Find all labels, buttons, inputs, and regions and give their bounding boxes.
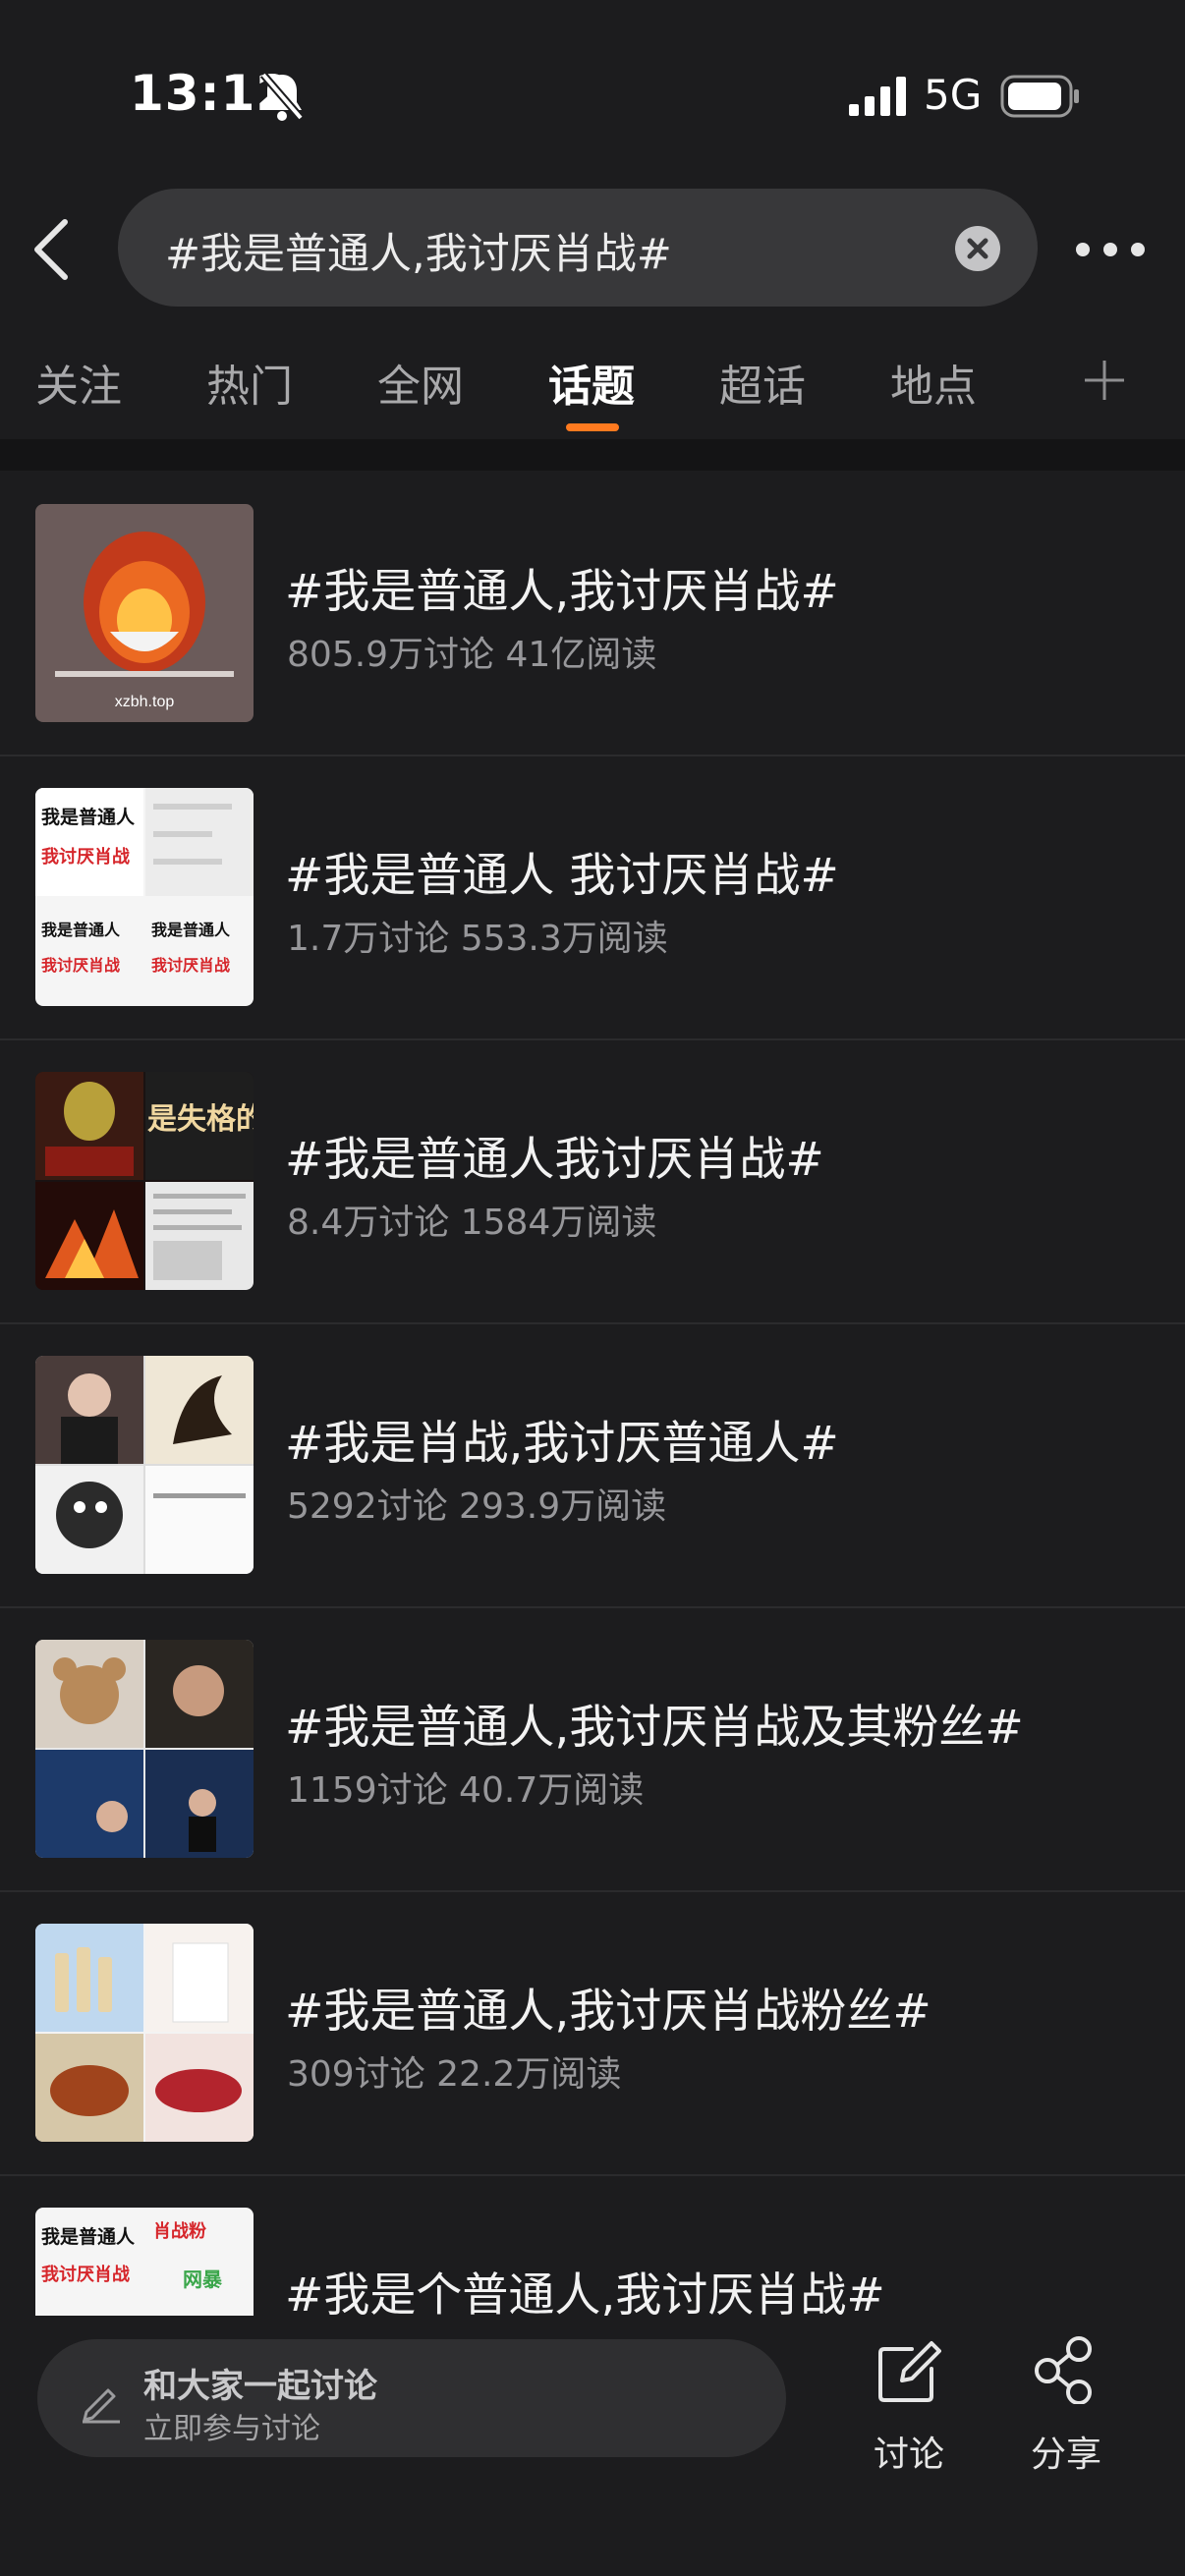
topic-row[interactable]: 是失格的偶 #我是普通人我讨厌肖战# 8.4万讨论 1584万阅读 bbox=[0, 1038, 1185, 1324]
tab-location[interactable]: 地点 bbox=[890, 351, 977, 414]
topic-title: #我是普通人,我讨厌肖战及其粉丝# bbox=[285, 1701, 1024, 1755]
thumb-text-b3: 我讨厌肖战 bbox=[151, 956, 230, 975]
topic-stats: 1159讨论 40.7万阅读 bbox=[287, 1770, 645, 1811]
topic-title: #我是普通人,我讨厌肖战粉丝# bbox=[285, 1985, 931, 2039]
search-query: #我是普通人,我讨厌肖战# bbox=[165, 230, 672, 279]
battery-icon bbox=[1000, 75, 1081, 118]
status-bar: 13:12 5G bbox=[0, 0, 1185, 187]
thumb-text-a3: 我是普通人 bbox=[151, 921, 231, 939]
topic-title: #我是个普通人,我讨厌肖战# bbox=[285, 2268, 885, 2316]
thumb-text-b2: 我讨厌肖战 bbox=[41, 956, 120, 975]
discuss-button[interactable]: 讨论 bbox=[855, 2335, 963, 2475]
topic-row[interactable]: #我是普通人,我讨厌肖战及其粉丝# 1159讨论 40.7万阅读 bbox=[0, 1606, 1185, 1892]
bell-muted-icon bbox=[257, 69, 307, 124]
topic-stats: 805.9万讨论 41亿阅读 bbox=[287, 635, 657, 675]
thumb-text-b: 我讨厌肖战 bbox=[41, 846, 130, 868]
topic-stats: 5292讨论 293.9万阅读 bbox=[287, 1486, 667, 1527]
compose-placeholder: 和大家一起讨论 bbox=[143, 2367, 377, 2406]
topic-title: #我是普通人,我讨厌肖战# bbox=[285, 565, 839, 619]
thumb-text-b: 我讨厌肖战 bbox=[41, 2264, 130, 2285]
active-tab-indicator bbox=[566, 423, 619, 431]
search-header: #我是普通人,我讨厌肖战# bbox=[0, 187, 1185, 314]
topic-row[interactable]: 我是普通人 我讨厌肖战 我是普通人 我是普通人 我讨厌肖战 我讨厌肖战 #我是普… bbox=[0, 755, 1185, 1040]
topic-title: #我是肖战,我讨厌普通人# bbox=[285, 1417, 839, 1471]
tab-hot[interactable]: 热门 bbox=[206, 351, 293, 414]
compose-icon bbox=[878, 2341, 941, 2402]
tab-all-web[interactable]: 全网 bbox=[377, 351, 464, 414]
topic-stats: 309讨论 22.2万阅读 bbox=[287, 2054, 622, 2095]
more-icon[interactable] bbox=[1073, 230, 1148, 269]
compose-input[interactable]: 和大家一起讨论 立即参与讨论 bbox=[37, 2339, 786, 2457]
tab-follow[interactable]: 关注 bbox=[35, 351, 122, 414]
topic-thumbnail bbox=[35, 1356, 254, 1574]
topic-row[interactable]: 我是普通人 我讨厌肖战 肖战粉 网暴 #我是个普通人,我讨厌肖战# bbox=[0, 2174, 1185, 2316]
signal-icon bbox=[849, 77, 908, 118]
clear-icon[interactable] bbox=[955, 226, 1000, 271]
topic-thumbnail bbox=[35, 1924, 254, 2142]
share-icon bbox=[1035, 2336, 1092, 2404]
thumb-caption: xzbh.top bbox=[115, 694, 175, 710]
tab-bar: 关注 热门 全网 话题 超话 地点 bbox=[0, 339, 1185, 437]
topic-row[interactable]: #我是普通人,我讨厌肖战粉丝# 309讨论 22.2万阅读 bbox=[0, 1890, 1185, 2176]
thumb-caption: 是失格的偶 bbox=[147, 1102, 254, 1137]
topic-thumbnail: 我是普通人 我讨厌肖战 肖战粉 网暴 bbox=[35, 2208, 254, 2316]
tab-super-topic[interactable]: 超话 bbox=[719, 351, 806, 414]
topic-stats: 1.7万讨论 553.3万阅读 bbox=[287, 919, 668, 959]
divider bbox=[0, 439, 1185, 471]
thumb-text-c: 肖战粉 bbox=[153, 2220, 206, 2242]
topic-list: xzbh.top #我是普通人,我讨厌肖战# 805.9万讨论 41亿阅读 我是… bbox=[0, 471, 1185, 2316]
topic-stats: 8.4万讨论 1584万阅读 bbox=[287, 1203, 657, 1243]
topic-thumbnail: 我是普通人 我讨厌肖战 我是普通人 我是普通人 我讨厌肖战 我讨厌肖战 bbox=[35, 788, 254, 1006]
compose-subtext: 立即参与讨论 bbox=[143, 2412, 320, 2446]
network-label: 5G bbox=[924, 71, 983, 119]
topic-thumbnail: xzbh.top bbox=[35, 504, 254, 722]
tab-topic[interactable]: 话题 bbox=[548, 351, 635, 414]
topic-thumbnail: 是失格的偶 bbox=[35, 1072, 254, 1290]
thumb-text-a: 我是普通人 bbox=[41, 806, 136, 828]
back-arrow-icon[interactable] bbox=[28, 214, 77, 285]
topic-thumbnail bbox=[35, 1640, 254, 1858]
pencil-icon bbox=[77, 2377, 124, 2424]
topic-row[interactable]: #我是肖战,我讨厌普通人# 5292讨论 293.9万阅读 bbox=[0, 1322, 1185, 1608]
search-input[interactable]: #我是普通人,我讨厌肖战# bbox=[118, 189, 1038, 307]
thumb-text-a2: 我是普通人 bbox=[41, 921, 121, 939]
thumb-text-a: 我是普通人 bbox=[41, 2225, 136, 2248]
share-label: 分享 bbox=[1030, 2435, 1101, 2475]
plus-icon[interactable] bbox=[1079, 355, 1130, 406]
topic-title: #我是普通人 我讨厌肖战# bbox=[285, 849, 839, 903]
topic-title: #我是普通人我讨厌肖战# bbox=[285, 1133, 824, 1187]
thumb-text-d: 网暴 bbox=[183, 2268, 223, 2291]
share-button[interactable]: 分享 bbox=[1012, 2335, 1120, 2475]
bottom-bar: 和大家一起讨论 立即参与讨论 讨论 分享 bbox=[0, 2316, 1185, 2576]
discuss-label: 讨论 bbox=[873, 2435, 944, 2475]
topic-row[interactable]: xzbh.top #我是普通人,我讨厌肖战# 805.9万讨论 41亿阅读 bbox=[0, 471, 1185, 756]
